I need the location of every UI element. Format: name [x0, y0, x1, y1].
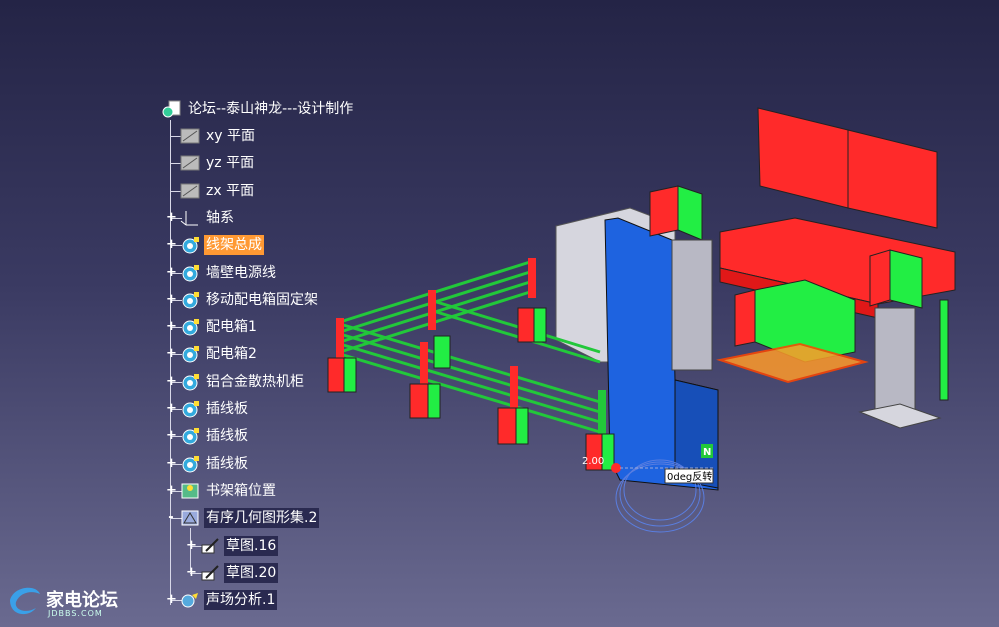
tree-item[interactable]: + 书架箱位置 [166, 480, 278, 502]
tree-item[interactable]: + 插线板 [166, 453, 250, 475]
tree-item-label: 声场分析.1 [204, 590, 278, 610]
assembly-gear-icon [180, 318, 200, 336]
expand-icon[interactable]: + [166, 593, 177, 606]
tree-item[interactable]: + 声场分析.1 [166, 589, 278, 611]
tree-item-label: xy 平面 [206, 128, 256, 144]
tree-item-label: 铝合金散热机柜 [206, 374, 304, 390]
tree-item-label: zx 平面 [206, 183, 255, 199]
green-box-red-side[interactable] [734, 289, 756, 347]
right-tower-head-green[interactable] [889, 249, 923, 309]
tree-item[interactable]: xy 平面 [166, 125, 257, 147]
geometric-set-icon [180, 509, 200, 527]
tree-item[interactable]: + 配电箱2 [166, 343, 259, 365]
plane-icon [180, 182, 200, 200]
tree-item-label: 配电箱1 [206, 319, 257, 335]
assembly-gear-icon [180, 345, 200, 363]
tree-item-label: 插线板 [206, 456, 248, 472]
logo-swoosh-icon [10, 587, 40, 615]
assembly-gear-icon [180, 373, 200, 391]
part-document-icon [162, 100, 182, 118]
assembly-gear-icon [180, 427, 200, 445]
dimension-label: 2.00 [582, 456, 604, 467]
tree-item-label: yz 平面 [206, 155, 255, 171]
assembly-gear-icon [180, 400, 200, 418]
expand-icon[interactable]: + [166, 347, 177, 360]
origin-marker-icon [611, 463, 621, 473]
right-tower-head-red[interactable] [869, 249, 891, 307]
expand-icon[interactable]: + [166, 429, 177, 442]
plane-icon [180, 154, 200, 172]
logo-subtext: JDBBS.COM [48, 609, 103, 618]
expand-icon[interactable]: + [186, 539, 197, 552]
expand-icon[interactable]: + [166, 375, 177, 388]
tree-item[interactable]: + 草图.20 [186, 562, 279, 584]
tree-item-label: 草图.16 [224, 536, 279, 556]
tower-legs-left[interactable] [671, 239, 713, 371]
tree-item[interactable]: + 插线板 [166, 398, 250, 420]
plane-icon [180, 127, 200, 145]
assembly-gear-icon [180, 236, 200, 254]
angle-label: 0deg反转 [667, 470, 712, 483]
bookshelf-icon [180, 482, 200, 500]
green-post[interactable] [939, 299, 949, 401]
tree-item-label: 轴系 [206, 210, 234, 226]
assembly-gear-icon [180, 264, 200, 282]
tree-item[interactable]: zx 平面 [166, 180, 256, 202]
tree-item-label: 书架箱位置 [206, 483, 276, 499]
expand-icon[interactable]: + [166, 211, 177, 224]
expand-icon[interactable]: + [166, 293, 177, 306]
tree-item[interactable]: - 有序几何图形集.2 [166, 507, 320, 529]
wall-panel-right[interactable] [847, 129, 938, 229]
tree-item[interactable]: + 线架总成 [166, 234, 264, 256]
sketch-icon [200, 537, 220, 555]
tree-item-label: 线架总成 [204, 235, 264, 255]
axis-system-icon [180, 209, 200, 227]
expand-icon[interactable]: + [166, 484, 177, 497]
right-tower-base[interactable] [858, 403, 942, 429]
tree-item-label: 墙壁电源线 [206, 265, 276, 281]
tower-head-green[interactable] [677, 185, 703, 241]
sketch-icon [200, 564, 220, 582]
wall-panel-left[interactable] [757, 107, 849, 209]
tree-item[interactable]: + 草图.16 [186, 535, 279, 557]
tower-head-red[interactable] [649, 185, 679, 237]
compass-label: N [703, 447, 711, 458]
acoustic-analysis-icon [180, 591, 200, 609]
site-logo: 家电论坛 JDBBS.COM [6, 582, 166, 622]
tree-item[interactable]: yz 平面 [166, 152, 256, 174]
collapse-icon[interactable]: - [166, 511, 176, 524]
tree-item-label: 插线板 [206, 401, 248, 417]
fence-post-3[interactable] [517, 258, 547, 343]
expand-icon[interactable]: + [166, 457, 177, 470]
tree-item-label: 插线板 [206, 428, 248, 444]
expand-icon[interactable]: + [186, 566, 197, 579]
tree-item[interactable]: + 铝合金散热机柜 [166, 371, 306, 393]
expand-icon[interactable]: + [166, 266, 177, 279]
tree-item[interactable]: + 墙壁电源线 [166, 262, 278, 284]
tree-item[interactable]: + 移动配电箱固定架 [166, 289, 320, 311]
assembly-gear-icon [180, 455, 200, 473]
tree-item[interactable]: + 配电箱1 [166, 316, 259, 338]
3d-viewport[interactable]: 2.00 0deg反转 N [300, 90, 999, 590]
expand-icon[interactable]: + [166, 238, 177, 251]
tree-item-label: 配电箱2 [206, 346, 257, 362]
tree-item[interactable]: + 插线板 [166, 425, 250, 447]
right-tower-legs[interactable] [874, 307, 916, 419]
tree-item[interactable]: + 轴系 [166, 207, 236, 229]
expand-icon[interactable]: + [166, 402, 177, 415]
tree-item-label: 草图.20 [224, 563, 279, 583]
expand-icon[interactable]: + [166, 320, 177, 333]
assembly-gear-icon [180, 291, 200, 309]
